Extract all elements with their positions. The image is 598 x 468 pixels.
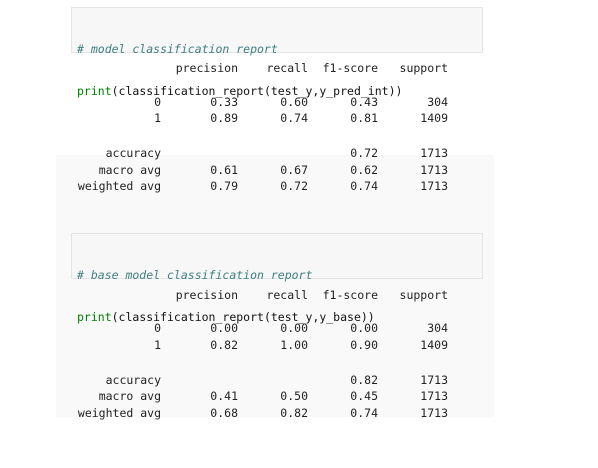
report-row: accuracy 0.72 1713 — [0, 146, 598, 162]
row-f1: 0.82 — [350, 373, 378, 387]
report-row: 0 0.00 0.00 0.00 304 — [0, 321, 598, 337]
row-label: macro avg — [98, 389, 161, 403]
report-row: weighted avg 0.68 0.82 0.74 1713 — [0, 406, 598, 422]
header-f1-score: f1-score — [322, 61, 378, 75]
report-row: accuracy 0.82 1713 — [0, 373, 598, 389]
row-support: 304 — [427, 95, 448, 109]
notebook-page: # model classification report print(clas… — [0, 0, 598, 468]
row-f1: 0.43 — [350, 95, 378, 109]
row-support: 1713 — [420, 406, 448, 420]
header-recall: recall — [266, 61, 308, 75]
code-comment: # model classification report — [77, 42, 278, 56]
report-row: 0 0.33 0.60 0.43 304 — [0, 95, 598, 111]
row-support: 1713 — [420, 163, 448, 177]
row-recall: 0.60 — [280, 95, 308, 109]
row-support: 1409 — [420, 338, 448, 352]
code-comment: # base model classification report — [77, 268, 313, 282]
row-precision: 0.41 — [210, 389, 238, 403]
row-support: 1713 — [420, 389, 448, 403]
code-cell-2[interactable]: # base model classification report print… — [71, 233, 483, 324]
code-cell-1[interactable]: # model classification report print(clas… — [71, 7, 483, 98]
row-label: accuracy — [105, 373, 161, 387]
row-f1: 0.81 — [350, 111, 378, 125]
row-f1: 0.72 — [350, 146, 378, 160]
row-label: macro avg — [98, 163, 161, 177]
header-support: support — [399, 288, 448, 302]
row-recall: 1.00 — [280, 338, 308, 352]
report-row: macro avg 0.61 0.67 0.62 1713 — [0, 163, 598, 179]
row-precision: 0.61 — [210, 163, 238, 177]
report-row: macro avg 0.41 0.50 0.45 1713 — [0, 389, 598, 405]
row-f1: 0.74 — [350, 179, 378, 193]
row-recall: 0.72 — [280, 179, 308, 193]
row-recall: 0.50 — [280, 389, 308, 403]
row-f1: 0.90 — [350, 338, 378, 352]
row-support: 1409 — [420, 111, 448, 125]
header-precision: precision — [175, 61, 238, 75]
row-f1: 0.62 — [350, 163, 378, 177]
row-recall: 0.82 — [280, 406, 308, 420]
row-precision: 0.68 — [210, 406, 238, 420]
header-precision: precision — [175, 288, 238, 302]
report-row: 1 0.89 0.74 0.81 1409 — [0, 111, 598, 127]
row-precision: 0.82 — [210, 338, 238, 352]
report-header-row: precision recall f1-score support — [0, 288, 598, 304]
row-support: 304 — [427, 321, 448, 335]
row-recall: 0.67 — [280, 163, 308, 177]
row-precision: 0.00 — [210, 321, 238, 335]
row-support: 1713 — [420, 146, 448, 160]
report-row: weighted avg 0.79 0.72 0.74 1713 — [0, 179, 598, 195]
report-row: 1 0.82 1.00 0.90 1409 — [0, 338, 598, 354]
row-recall: 0.74 — [280, 111, 308, 125]
row-label: 1 — [154, 111, 161, 125]
header-recall: recall — [266, 288, 308, 302]
row-support: 1713 — [420, 373, 448, 387]
row-label: weighted avg — [77, 406, 161, 420]
report-header-row: precision recall f1-score support — [0, 61, 598, 77]
row-label: 1 — [154, 338, 161, 352]
row-support: 1713 — [420, 179, 448, 193]
row-precision: 0.33 — [210, 95, 238, 109]
header-f1-score: f1-score — [322, 288, 378, 302]
row-label: accuracy — [105, 146, 161, 160]
row-label: 0 — [154, 321, 161, 335]
row-precision: 0.89 — [210, 111, 238, 125]
row-f1: 0.74 — [350, 406, 378, 420]
row-label: 0 — [154, 95, 161, 109]
header-support: support — [399, 61, 448, 75]
row-f1: 0.45 — [350, 389, 378, 403]
row-label: weighted avg — [77, 179, 161, 193]
row-precision: 0.79 — [210, 179, 238, 193]
row-recall: 0.00 — [280, 321, 308, 335]
row-f1: 0.00 — [350, 321, 378, 335]
